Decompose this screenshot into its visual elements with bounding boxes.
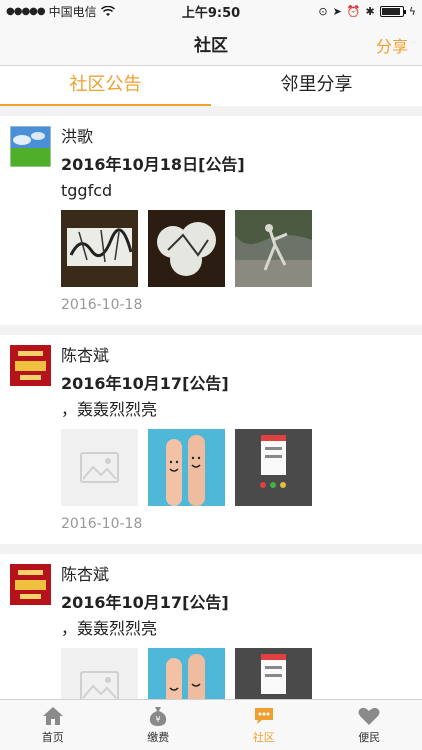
status-bar: ●●●●● 中国电信 上午9:50 ⊙ ➤ ⏰ ✱ ϟ [0, 0, 422, 22]
post-image[interactable] [235, 210, 312, 287]
bottom-tab-bar: 首页 ¥ 缴费 社区 便民 [0, 699, 422, 750]
nav-bar: 社区 分享 [0, 22, 422, 66]
post-author: 陈杏斌 [61, 346, 110, 365]
tabbar-item-payment[interactable]: ¥ 缴费 [106, 700, 212, 750]
post-image[interactable] [61, 210, 138, 287]
status-time: 上午9:50 [181, 5, 241, 21]
post-images [61, 648, 412, 699]
post-image[interactable] [148, 210, 225, 287]
post-date: 2016-10-18 [61, 297, 143, 313]
post-content: ，轰轰烈烈亮 [61, 619, 158, 638]
post-date: 2016-10-18 [61, 516, 143, 532]
tabbar-item-community[interactable]: 社区 [211, 700, 317, 750]
tabbar-item-home[interactable]: 首页 [0, 700, 106, 750]
tabbar-label: 社区 [252, 731, 275, 744]
svg-text:¥: ¥ [156, 715, 161, 724]
heart-icon [358, 707, 380, 725]
tabbar-label: 缴费 [147, 731, 170, 744]
tab-community-notice[interactable]: 社区公告 [0, 66, 211, 106]
home-icon [42, 707, 63, 725]
post-title: 2016年10月18日[公告] [61, 155, 245, 174]
tabbar-label: 首页 [41, 731, 64, 744]
segment-tabs: 社区公告 邻里分享 [0, 66, 422, 106]
chat-icon [254, 708, 273, 724]
money-bag-icon: ¥ [150, 707, 167, 726]
tab-neighbor-share[interactable]: 邻里分享 [211, 66, 422, 106]
battery-fill [381, 7, 400, 15]
post-card[interactable]: 陈杏斌 2016年10月17[公告] ，轰轰烈烈亮 [0, 335, 422, 544]
image-placeholder[interactable] [61, 429, 138, 506]
avatar[interactable] [9, 125, 52, 168]
post-author: 陈杏斌 [61, 565, 110, 584]
battery-icon [379, 5, 406, 17]
avatar[interactable] [10, 345, 51, 386]
post-image[interactable] [148, 648, 225, 699]
image-placeholder[interactable] [61, 648, 138, 699]
avatar[interactable] [10, 564, 51, 605]
post-content: tggfcd [61, 181, 113, 200]
tabbar-label: 便民 [358, 731, 381, 744]
post-images [61, 429, 412, 506]
post-image[interactable] [235, 648, 312, 699]
post-card[interactable]: 洪歌 2016年10月18日[公告] tggfcd 2016-10-18 [0, 116, 422, 325]
tabbar-item-services[interactable]: 便民 [317, 700, 422, 750]
post-feed[interactable]: 洪歌 2016年10月18日[公告] tggfcd 2016-10-18 陈杏斌… [0, 106, 422, 699]
post-images [61, 210, 412, 287]
post-content: ，轰轰烈烈亮 [61, 400, 158, 419]
share-button[interactable]: 分享 [376, 33, 408, 57]
post-title: 2016年10月17[公告] [61, 374, 229, 393]
post-image[interactable] [148, 429, 225, 506]
post-image[interactable] [235, 429, 312, 506]
page-title: 社区 [194, 36, 228, 56]
post-title: 2016年10月17[公告] [61, 593, 229, 612]
post-author: 洪歌 [61, 127, 94, 146]
post-card[interactable]: 陈杏斌 2016年10月17[公告] ，轰轰烈烈亮 [0, 554, 422, 699]
